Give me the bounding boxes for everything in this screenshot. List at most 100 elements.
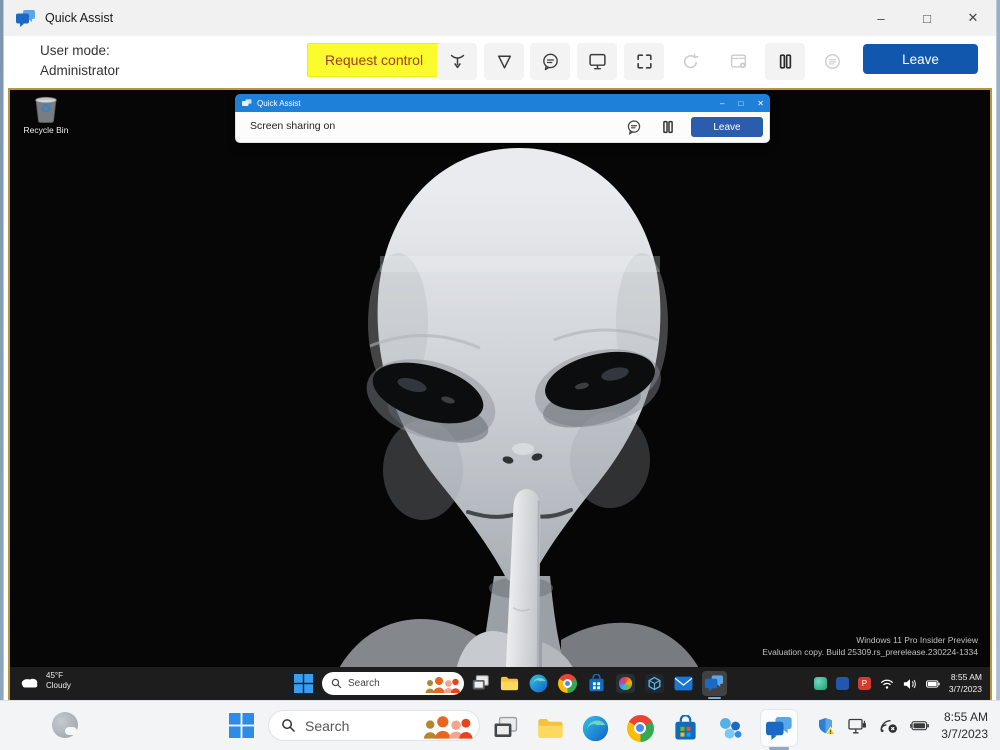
watermark-line2: Evaluation copy. Build 25309.rs_prerelea…: [762, 646, 978, 659]
cloud-icon: [19, 674, 41, 689]
remote-weather-widget[interactable]: 45°F Cloudy: [19, 671, 71, 692]
shared-screen: ♻ Recycle Bin Quick Assist – □ ✕: [8, 88, 992, 702]
alien-wallpaper-image: [328, 138, 710, 670]
fullscreen-icon: [635, 52, 654, 71]
restart-icon: [681, 52, 700, 71]
remote-mail-icon[interactable]: [673, 673, 694, 694]
remote-qa-app-icon: [242, 99, 252, 108]
remote-edge-icon[interactable]: [528, 673, 549, 694]
remote-photos-icon[interactable]: [615, 673, 636, 694]
remote-system-tray: P 8:55 AM 3/7/2023: [814, 667, 990, 700]
user-mode-label: User mode:: [40, 41, 120, 61]
host-desktop-peek-icon[interactable]: [490, 713, 520, 743]
remote-quick-assist-window: Quick Assist – □ ✕ Screen sharing on: [235, 94, 770, 143]
host-network-disconnected-icon[interactable]: [879, 717, 898, 735]
remote-qa-maximize-button[interactable]: □: [738, 99, 743, 108]
remote-start-button[interactable]: [294, 674, 313, 693]
remote-desktop-peek-icon[interactable]: [470, 673, 491, 694]
host-date: 3/7/2023: [941, 726, 988, 742]
remote-qa-window-controls: – □ ✕: [720, 94, 764, 112]
remote-3d-viewer-icon[interactable]: [644, 673, 665, 694]
close-button[interactable]: ✕: [950, 0, 996, 36]
remote-desktop: ♻ Recycle Bin Quick Assist – □ ✕: [10, 90, 990, 700]
watermark-line1: Windows 11 Pro Insider Preview: [762, 634, 978, 647]
remote-search-box[interactable]: Search: [322, 672, 464, 695]
remote-time: 8:55 AM: [949, 672, 982, 683]
remote-file-explorer-icon[interactable]: [499, 673, 520, 694]
host-security-shield-icon[interactable]: [817, 717, 836, 735]
remote-store-icon[interactable]: [586, 673, 607, 694]
recycle-glyph: ♻: [33, 101, 59, 117]
search-highlights-people-icon: [421, 712, 473, 740]
host-battery-charging-icon[interactable]: [910, 717, 929, 735]
fullscreen-button[interactable]: [624, 43, 664, 80]
remote-chrome-icon[interactable]: [557, 673, 578, 694]
host-taskbar: Search: [0, 700, 1000, 750]
remote-weather-condition: Cloudy: [46, 681, 71, 691]
host-taskbar-icons: [490, 709, 798, 747]
details-button[interactable]: [812, 43, 852, 80]
host-time: 8:55 AM: [941, 709, 988, 725]
annotate-icon: [495, 52, 514, 71]
remote-qa-pause-icon[interactable]: [660, 119, 676, 135]
host-edge-icon[interactable]: [580, 713, 610, 743]
remote-weather-temp: 45°F: [46, 671, 71, 681]
host-store-icon[interactable]: [670, 713, 700, 743]
quick-assist-app-icon: [16, 10, 36, 27]
laser-pointer-button[interactable]: [437, 43, 477, 80]
laser-pointer-icon: [448, 52, 467, 71]
maximize-button[interactable]: □: [904, 0, 950, 36]
host-system-tray: 8:55 AM 3/7/2023: [817, 701, 1000, 750]
recycle-bin-label: Recycle Bin: [22, 125, 70, 135]
screen-sharing-status: Screen sharing on: [250, 120, 335, 132]
remote-volume-icon[interactable]: [903, 678, 917, 690]
user-mode-value: Administrator: [40, 61, 120, 81]
remote-qa-chat-icon[interactable]: [626, 119, 642, 135]
remote-tray-p-app-icon[interactable]: P: [858, 677, 871, 690]
host-start-button[interactable]: [229, 713, 254, 738]
remote-qa-close-button[interactable]: ✕: [757, 99, 764, 108]
remote-taskbar: 45°F Cloudy Search: [10, 667, 990, 700]
task-manager-icon: [729, 52, 748, 71]
details-icon: [823, 52, 842, 71]
request-control-button[interactable]: Request control: [307, 43, 441, 77]
remote-tray-shield-icon[interactable]: [814, 677, 827, 690]
search-highlights-people-icon: [424, 674, 460, 694]
host-search-placeholder: Search: [305, 718, 421, 734]
remote-date: 3/7/2023: [949, 684, 982, 695]
task-manager-button[interactable]: [718, 43, 758, 80]
windows-watermark: Windows 11 Pro Insider Preview Evaluatio…: [762, 634, 978, 660]
remote-clock[interactable]: 8:55 AM 3/7/2023: [949, 672, 982, 695]
window-controls: – □ ✕: [858, 0, 996, 36]
remote-qa-leave-button[interactable]: Leave: [691, 117, 763, 137]
host-clock[interactable]: 8:55 AM 3/7/2023: [941, 709, 988, 741]
chat-icon: [541, 52, 560, 71]
annotate-button[interactable]: [484, 43, 524, 80]
leave-button[interactable]: Leave: [863, 44, 978, 74]
host-quick-assist-taskbar-icon[interactable]: [760, 709, 798, 747]
remote-tray-m-app-icon[interactable]: [836, 677, 849, 690]
host-weather-icon[interactable]: [52, 712, 78, 738]
remote-wifi-icon[interactable]: [880, 678, 894, 690]
remote-qa-minimize-button[interactable]: –: [720, 99, 724, 108]
remote-search-placeholder: Search: [348, 678, 424, 689]
pause-button[interactable]: [765, 43, 805, 80]
search-icon: [281, 718, 296, 733]
titlebar: Quick Assist – □ ✕: [4, 0, 996, 36]
host-search-box[interactable]: Search: [268, 710, 480, 741]
host-display-cast-icon[interactable]: [848, 717, 867, 735]
minimize-button[interactable]: –: [858, 0, 904, 36]
monitor-icon: [588, 52, 607, 71]
remote-quick-assist-taskbar-icon[interactable]: [702, 671, 727, 696]
host-chrome-icon[interactable]: [625, 713, 655, 743]
chat-button[interactable]: [530, 43, 570, 80]
host-3d-builder-icon[interactable]: [715, 713, 745, 743]
recycle-bin-shortcut[interactable]: ♻ Recycle Bin: [22, 94, 70, 135]
monitor-button[interactable]: [577, 43, 617, 80]
remote-battery-icon[interactable]: [926, 678, 940, 690]
host-file-explorer-icon[interactable]: [535, 713, 565, 743]
remote-qa-title: Quick Assist: [257, 99, 301, 108]
remote-taskbar-icons: [470, 671, 727, 696]
pause-icon: [776, 52, 795, 71]
restart-button[interactable]: [670, 43, 710, 80]
